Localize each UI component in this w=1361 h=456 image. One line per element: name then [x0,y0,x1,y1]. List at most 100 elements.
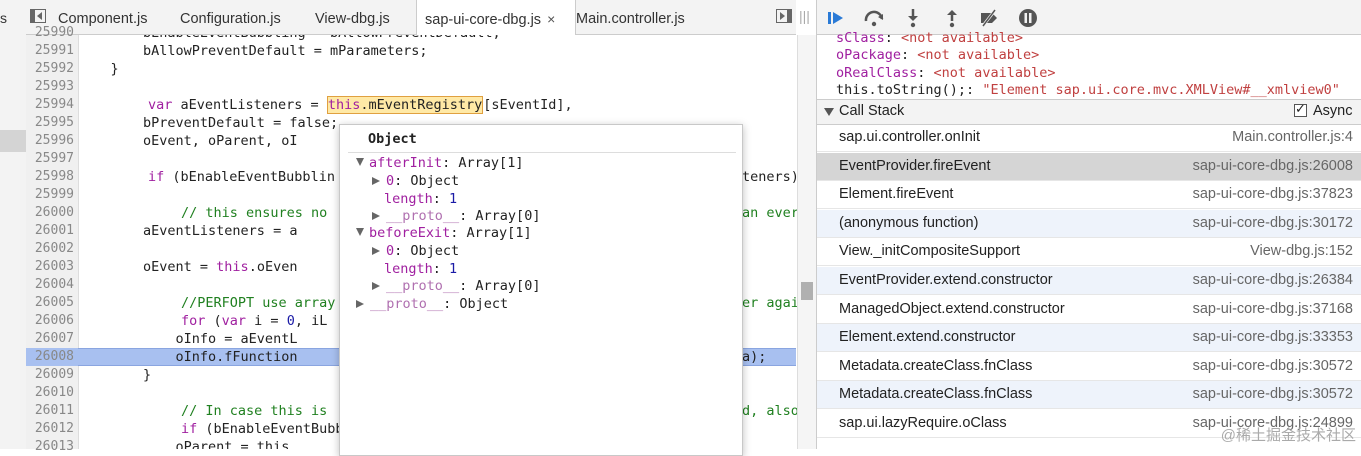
watch-expression-tostring: this.toString();: "Element sap.ui.core.m… [836,82,1340,98]
line-number[interactable]: 26000 [26,205,74,220]
toggle-debugger-icon[interactable] [776,9,792,23]
call-stack-frame[interactable]: Element.fireEvent sap-ui-core-dbg.js:3782… [817,181,1361,210]
frame-location-link[interactable]: sap-ui-core-dbg.js:30572 [1193,386,1353,402]
property-value: Array[1] [458,155,524,171]
line-number[interactable]: 25999 [26,187,74,202]
code-line: bAllowPreventDefault = mParameters; [78,43,428,59]
object-preview-popover[interactable]: Object afterInit: Array[1] 0: Object len… [339,124,743,456]
property-sep: : [459,278,476,294]
line-number[interactable]: 26001 [26,223,74,238]
tab-overflow-icon[interactable]: ||| [799,8,810,24]
tab-configuration-js[interactable]: Configuration.js [180,0,281,34]
toggle-navigator-icon[interactable] [30,9,46,23]
frame-location-link[interactable]: Main.controller.js:4 [1232,129,1353,145]
scope-var-opackage: oPackage: <not available> [836,47,1039,63]
keyword-for: for [181,313,206,329]
line-number[interactable]: 25993 [26,79,74,94]
frame-location-link[interactable]: sap-ui-core-dbg.js:30572 [1193,358,1353,374]
line-number[interactable]: 26012 [26,421,74,436]
async-checkbox[interactable] [1294,101,1307,117]
close-tab-icon[interactable]: × [547,11,555,27]
scope-variables: sClass: <not available> oPackage: <not a… [817,30,1361,98]
step-over-icon[interactable] [863,7,885,29]
property-key: 0 [386,173,395,189]
call-stack-frame[interactable]: EventProvider.fireEvent sap-ui-core-dbg.j… [817,152,1361,181]
call-stack-frame[interactable]: View._initCompositeSupport View-dbg.js:15… [817,238,1361,267]
line-number[interactable]: 26005 [26,295,74,310]
tab-view-dbg-js[interactable]: View-dbg.js [315,0,390,34]
property-value: Object [410,173,460,189]
line-number[interactable]: 26008 [26,349,74,364]
expanded-triangle-icon[interactable] [356,228,364,236]
file-navigator-edge: s [0,0,27,449]
collapsed-triangle-icon[interactable] [372,247,380,255]
frame-function: (anonymous function) [839,214,979,231]
code-line: bEnableEventBubbling = bAllowPreventDefa… [78,35,501,41]
deactivate-breakpoints-icon[interactable] [978,7,1000,29]
code-line-26005: //PERFOPT use array [181,295,336,311]
line-number[interactable]: 26002 [26,241,74,256]
call-stack-frame[interactable]: Element.extend.constructor sap-ui-core-db… [817,324,1361,353]
line-number[interactable]: 25998 [26,169,74,184]
line-number[interactable]: 26013 [26,439,74,454]
line-number[interactable]: 26009 [26,367,74,382]
tree-row-proto[interactable]: __proto__: Object [356,296,508,312]
collapsed-triangle-icon[interactable] [372,212,380,220]
line-number[interactable]: 25992 [26,61,74,76]
tree-row-afterinit-length: length: 1 [384,191,457,207]
tab-main-controller-js[interactable]: Main.controller.js [576,0,685,34]
line-number[interactable]: 26010 [26,385,74,400]
line-number[interactable]: 25994 [26,97,74,112]
tree-row-beforeexit-0[interactable]: 0: Object [372,243,459,259]
popover-title: Object [368,131,417,147]
frame-location-link[interactable]: sap-ui-core-dbg.js:33353 [1193,329,1353,345]
line-number[interactable]: 25996 [26,133,74,148]
frame-location-link[interactable]: sap-ui-core-dbg.js:37823 [1193,186,1353,202]
collapsed-triangle-icon[interactable] [372,282,380,290]
frame-location-link[interactable]: sap-ui-core-dbg.js:30172 [1193,215,1353,231]
call-stack-frame[interactable]: (anonymous function) sap-ui-core-dbg.js:3… [817,209,1361,238]
call-stack-frame[interactable]: sap.ui.controller.onInit Main.controller.… [817,124,1361,152]
call-stack-header[interactable]: Call Stack Async [817,99,1361,125]
line-number[interactable]: 26007 [26,331,74,346]
tree-row-beforeexit-proto[interactable]: __proto__: Array[0] [372,278,540,294]
hovered-expression[interactable]: this.mEventRegistry [326,96,484,114]
frame-location-link[interactable]: View-dbg.js:152 [1250,243,1353,259]
call-stack-frame[interactable]: ManagedObject.extend.constructor sap-ui-c… [817,296,1361,324]
expanded-triangle-icon[interactable] [356,158,364,166]
var-value: <not available> [901,30,1023,46]
tree-row-afterinit-0[interactable]: 0: Object [372,173,459,189]
collapsed-triangle-icon[interactable] [356,300,364,308]
line-number[interactable]: 26011 [26,403,74,418]
line-number[interactable]: 26003 [26,259,74,274]
collapse-triangle-icon[interactable] [824,108,834,116]
call-stack-frame[interactable]: EventProvider.extend.constructor sap-ui-c… [817,267,1361,295]
call-stack-frame[interactable]: Metadata.createClass.fnClass sap-ui-core-… [817,353,1361,381]
line-number[interactable]: 25995 [26,115,74,130]
step-into-icon[interactable] [902,7,924,29]
property-key: length [384,191,433,207]
navigator-selected-row[interactable] [0,130,26,152]
code-line-25998: if (bEnableEventBubblin [148,169,335,185]
frame-location-link[interactable]: sap-ui-core-dbg.js:26384 [1193,272,1353,288]
line-number[interactable]: 25990 [26,25,74,40]
code-text: .oEven [248,259,298,275]
frame-location-link[interactable]: sap-ui-core-dbg.js:37168 [1193,301,1353,317]
collapsed-triangle-icon[interactable] [372,177,380,185]
step-out-icon[interactable] [941,7,963,29]
pause-on-exceptions-icon[interactable] [1017,7,1039,29]
tab-sap-ui-core-dbg-js[interactable]: sap-ui-core-dbg.js × [416,0,576,35]
scrollbar-thumb[interactable] [801,282,813,300]
line-number[interactable]: 25997 [26,151,74,166]
tree-row-afterinit[interactable]: afterInit: Array[1] [356,155,523,171]
line-number[interactable]: 25991 [26,43,74,58]
call-stack-frame[interactable]: Metadata.createClass.fnClass sap-ui-core-… [817,381,1361,410]
var-sep: : [884,30,902,46]
resume-icon[interactable] [825,7,847,29]
line-number[interactable]: 26006 [26,313,74,328]
tree-row-afterinit-proto[interactable]: __proto__: Array[0] [372,208,540,224]
editor-scrollbar[interactable] [797,35,816,449]
frame-location-link[interactable]: sap-ui-core-dbg.js:26008 [1193,158,1353,174]
line-number[interactable]: 26004 [26,277,74,292]
tree-row-beforeexit[interactable]: beforeExit: Array[1] [356,225,532,241]
